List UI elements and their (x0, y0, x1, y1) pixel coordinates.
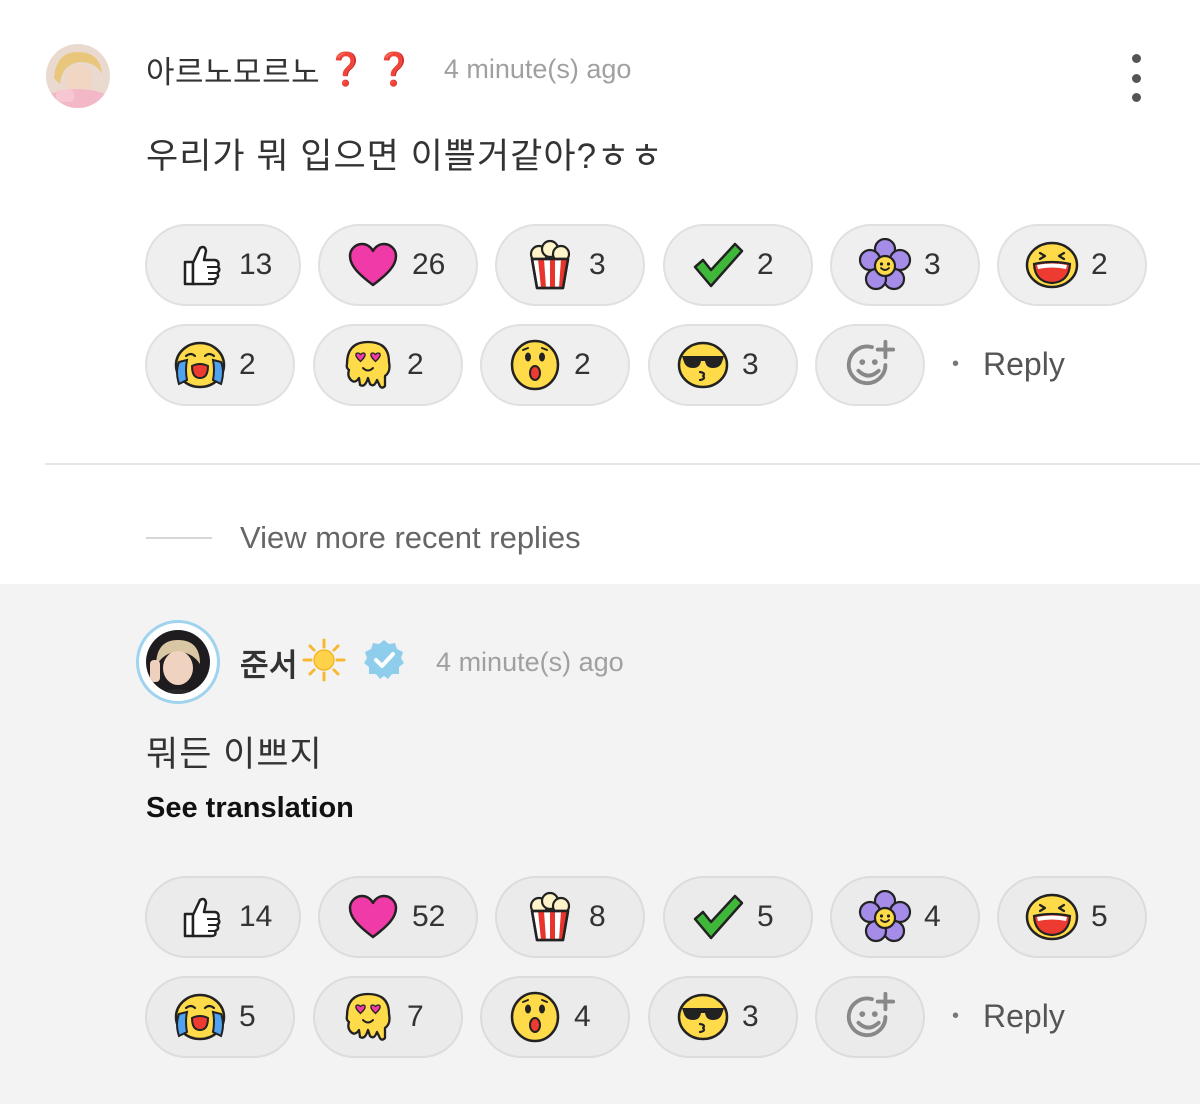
reply-comment: 준서 4 minute(s) ago 뭐든 이쁘지 See translatio… (0, 584, 1200, 1104)
reply-button[interactable]: • Reply (952, 346, 1065, 383)
comment: 아르노모르노 ❓ ❓ 4 minute(s) ago 우리가 뭐 입으면 이쁠거… (0, 0, 1200, 584)
reaction-count: 2 (757, 248, 774, 281)
reaction-count: 2 (574, 348, 591, 381)
separator-dot: • (952, 1005, 960, 1027)
reaction-button[interactable]: 3 (648, 324, 798, 406)
comment-body: 뭐든 이쁘지 (146, 735, 323, 774)
reaction-count: 8 (589, 900, 606, 933)
heart-eyes-melting-icon (341, 990, 395, 1044)
reaction-button[interactable]: 2 (145, 324, 295, 406)
dot (1131, 73, 1141, 83)
add-reaction-button[interactable] (815, 976, 925, 1058)
reaction-button[interactable]: 2 (663, 224, 813, 306)
sun-icon (302, 638, 346, 687)
reaction-count: 2 (1091, 248, 1108, 281)
surprised-face-icon (508, 338, 562, 392)
flower-icon (858, 238, 912, 292)
reaction-count: 3 (742, 348, 759, 381)
sunglasses-kiss-icon (676, 990, 730, 1044)
add-reaction-icon (843, 338, 897, 392)
reaction-button[interactable]: 26 (318, 224, 478, 306)
reaction-count: 26 (412, 248, 446, 281)
reaction-count: 5 (239, 1000, 256, 1033)
reaction-count: 4 (924, 900, 941, 933)
reaction-button[interactable]: 4 (480, 976, 630, 1058)
reaction-button[interactable]: 3 (830, 224, 980, 306)
thumbs-up-icon (173, 890, 227, 944)
see-translation-link[interactable]: See translation (146, 792, 354, 825)
popcorn-icon (523, 238, 577, 292)
avatar[interactable] (46, 44, 110, 108)
avatar[interactable] (146, 630, 210, 694)
check-icon (691, 890, 745, 944)
crying-face-icon (173, 338, 227, 392)
question-mark-icon: ❓ (326, 51, 366, 87)
surprised-face-icon (508, 990, 562, 1044)
reaction-count: 7 (407, 1000, 424, 1033)
timestamp: 4 minute(s) ago (443, 53, 632, 84)
timestamp: 4 minute(s) ago (436, 646, 624, 677)
divider-line (146, 537, 212, 539)
reaction-button[interactable]: 7 (313, 976, 463, 1058)
view-more-replies-button[interactable]: View more recent replies (146, 520, 581, 556)
comment-body: 우리가 뭐 입으면 이쁠거같아?ㅎㅎ (146, 137, 664, 176)
dot (1131, 93, 1141, 102)
username[interactable]: 준서 (240, 640, 298, 685)
reply-label: Reply (983, 346, 1065, 382)
comment-header: 준서 4 minute(s) ago (240, 636, 624, 688)
reaction-button[interactable]: 3 (495, 224, 645, 306)
view-more-replies-label: View more recent replies (240, 520, 581, 555)
heart-icon (346, 238, 400, 292)
more-options-button[interactable] (1124, 54, 1148, 102)
reaction-button[interactable]: 52 (318, 876, 478, 958)
reply-button[interactable]: • Reply (952, 998, 1065, 1035)
reaction-button[interactable]: 3 (648, 976, 798, 1058)
divider (45, 463, 1200, 465)
reaction-count: 2 (407, 348, 424, 381)
reaction-count: 14 (239, 900, 273, 933)
username[interactable]: 아르노모르노 (146, 47, 320, 92)
flower-icon (858, 890, 912, 944)
thumbs-up-icon (173, 238, 227, 292)
dot (1131, 54, 1141, 63)
crying-face-icon (173, 990, 227, 1044)
reaction-button[interactable]: 8 (495, 876, 645, 958)
reaction-button[interactable]: 14 (145, 876, 301, 958)
add-reaction-icon (843, 990, 897, 1044)
reaction-count: 5 (757, 900, 774, 933)
laughing-face-icon (1025, 890, 1079, 944)
reaction-button[interactable]: 5 (663, 876, 813, 958)
popcorn-icon (523, 890, 577, 944)
check-icon (691, 238, 745, 292)
reaction-button[interactable]: 5 (145, 976, 295, 1058)
reaction-count: 13 (239, 248, 273, 281)
reaction-button[interactable]: 5 (997, 876, 1147, 958)
add-reaction-button[interactable] (815, 324, 925, 406)
reaction-button[interactable]: 2 (313, 324, 463, 406)
reaction-count: 2 (239, 348, 256, 381)
heart-icon (346, 890, 400, 944)
reaction-count: 52 (412, 900, 446, 933)
reaction-count: 4 (574, 1000, 591, 1033)
sunglasses-kiss-icon (676, 338, 730, 392)
question-mark-icon: ❓ (373, 51, 414, 87)
reaction-count: 5 (1091, 900, 1108, 933)
reaction-count: 3 (924, 248, 941, 281)
reaction-button[interactable]: 2 (480, 324, 630, 406)
reply-label: Reply (983, 998, 1065, 1034)
heart-eyes-melting-icon (341, 338, 395, 392)
comment-header: 아르노모르노 ❓ ❓ 4 minute(s) ago (146, 44, 631, 94)
reaction-button[interactable]: 2 (997, 224, 1147, 306)
reaction-count: 3 (589, 248, 606, 281)
verified-badge-icon (362, 638, 406, 687)
reaction-button[interactable]: 4 (830, 876, 980, 958)
reaction-button[interactable]: 13 (145, 224, 301, 306)
separator-dot: • (952, 353, 960, 375)
reaction-count: 3 (742, 1000, 759, 1033)
laughing-face-icon (1025, 238, 1079, 292)
